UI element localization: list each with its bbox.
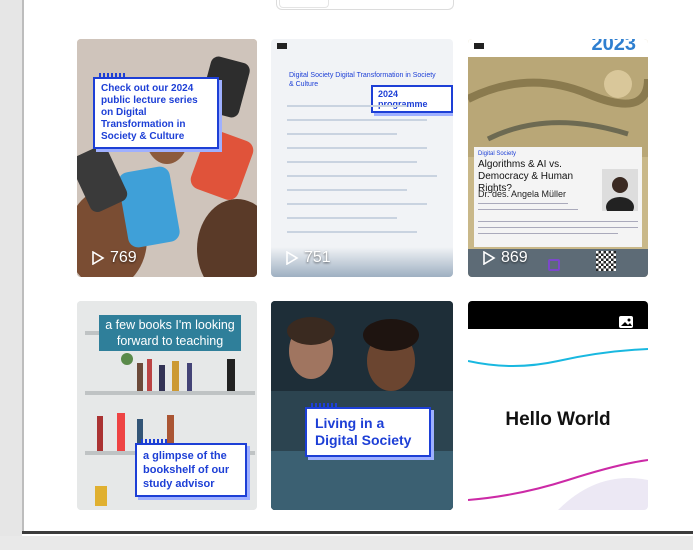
post-headline-text: Hello World [505, 409, 611, 430]
speaker-portrait [602, 169, 638, 211]
view-count: 769 [91, 249, 137, 267]
label-tab-decoration [311, 403, 339, 408]
qr-frame-icon [548, 259, 560, 271]
post-card-bookshelf[interactable]: a few books I'm looking forward to teach… [77, 301, 257, 510]
post-headline-label: Check out our 2024 public lecture series… [93, 73, 219, 149]
view-count-value: 869 [501, 249, 528, 266]
bottom-scroll-gutter [0, 536, 693, 550]
window-bottom-border [22, 531, 693, 534]
post-card-lecture-series[interactable]: Check out our 2024 public lecture series… [77, 39, 257, 277]
talk-category: Digital Society [478, 151, 517, 157]
label-tab-decoration [99, 73, 127, 78]
post-headline-text: Living in a Digital Society [315, 415, 412, 448]
post-top-caption: a few books I'm looking forward to teach… [99, 315, 241, 351]
image-post-icon [619, 316, 633, 328]
view-count-value: 769 [110, 249, 137, 266]
profile-tab[interactable] [279, 0, 329, 8]
decorative-wave-top [468, 348, 648, 367]
programme-badge: 2024 programme [371, 85, 453, 113]
post-thumbnail-image [271, 301, 453, 510]
play-icon [92, 251, 105, 265]
view-count: 869 [482, 249, 528, 267]
profile-tab-strip[interactable] [276, 0, 454, 10]
post-bottom-caption-label: a glimpse of the bookshelf of our study … [135, 439, 247, 497]
play-icon [286, 251, 299, 265]
post-year: 2023 [591, 39, 637, 55]
post-card-digital-society[interactable]: Living in a Digital Society [271, 301, 453, 510]
post-grid: Check out our 2024 public lecture series… [56, 38, 667, 510]
programme-header-dots [277, 43, 287, 49]
view-count-value: 751 [304, 249, 331, 266]
post-card-hello-world[interactable]: Hello World [468, 301, 648, 510]
post-card-algorithms-talk[interactable]: 2023 Digital Society Algorithms & AI vs.… [468, 39, 648, 277]
post-bottom-caption-text: a glimpse of the bookshelf of our study … [143, 450, 230, 490]
page-edge [22, 0, 24, 531]
post-card-programme[interactable]: Digital Society Digital Transformation i… [271, 39, 453, 277]
play-icon [483, 251, 496, 265]
decorative-wave-bottom [468, 459, 648, 510]
header-dots [474, 43, 484, 49]
post-headline-text: Check out our 2024 public lecture series… [101, 83, 198, 142]
talk-speaker: Dr. des. Angela Müller [478, 189, 567, 199]
view-count: 751 [285, 249, 331, 267]
label-tab-decoration [141, 439, 169, 444]
post-headline-label: Living in a Digital Society [305, 403, 431, 457]
qr-code-icon [596, 251, 616, 271]
left-scroll-gutter [0, 0, 22, 550]
talk-info-panel: Digital Society Algorithms & AI vs. Demo… [474, 147, 642, 247]
